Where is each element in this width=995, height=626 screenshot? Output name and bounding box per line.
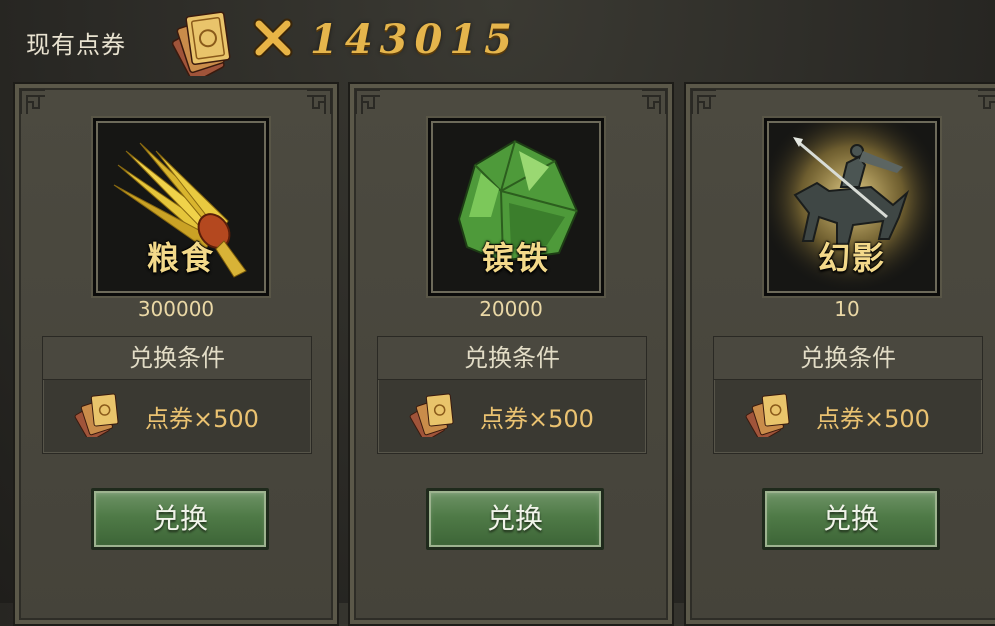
item-name: 幻影: [817, 239, 886, 277]
cost-text: 点券×500: [145, 405, 259, 433]
corner-ornament-icon: [691, 89, 716, 114]
cost-row: 点券×500: [714, 381, 982, 451]
exchange-condition-panel: 兑换条件 点券×500: [377, 336, 647, 454]
item-quantity: 10: [834, 297, 860, 321]
balance-bar: 现有点券 143015: [0, 0, 995, 82]
voucher-icon: [409, 393, 454, 437]
times-icon: [253, 18, 293, 58]
voucher-icon: [745, 393, 790, 437]
item-slot[interactable]: 幻影: [764, 118, 940, 296]
voucher-icon: [74, 393, 119, 437]
item-slot[interactable]: 镔铁: [428, 118, 604, 296]
cost-row: 点券×500: [378, 381, 646, 451]
condition-title: 兑换条件: [714, 337, 982, 380]
condition-title: 兑换条件: [378, 337, 646, 380]
cost-text: 点券×500: [816, 405, 930, 433]
exchange-button[interactable]: 兑换: [91, 488, 269, 550]
exchange-card-phantom: 幻影 10 兑换条件 点券×500 兑换: [684, 82, 995, 626]
exchange-card-iron: 镔铁 20000 兑换条件 点券×500 兑换: [348, 82, 674, 626]
exchange-card-grain: 粮食 300000 兑换条件 点券×500 兑换: [13, 82, 339, 626]
corner-ornament-icon: [355, 89, 380, 114]
item-name: 粮食: [146, 239, 215, 277]
cost-text: 点券×500: [480, 405, 594, 433]
exchange-button[interactable]: 兑换: [426, 488, 604, 550]
item-quantity: 20000: [479, 297, 543, 321]
corner-ornament-icon: [642, 89, 667, 114]
exchange-condition-panel: 兑换条件 点券×500: [713, 336, 983, 454]
corner-ornament-icon: [978, 89, 995, 114]
exchange-button[interactable]: 兑换: [762, 488, 940, 550]
cost-row: 点券×500: [43, 381, 311, 451]
corner-ornament-icon: [20, 89, 45, 114]
balance-label: 现有点券: [26, 31, 126, 59]
condition-title: 兑换条件: [43, 337, 311, 380]
item-slot[interactable]: 粮食: [93, 118, 269, 296]
corner-ornament-icon: [307, 89, 332, 114]
item-quantity: 300000: [137, 297, 215, 321]
balance-value: 143015: [310, 16, 519, 63]
voucher-stack-icon: [171, 11, 231, 76]
exchange-condition-panel: 兑换条件 点券×500: [42, 336, 312, 454]
item-name: 镔铁: [481, 239, 550, 277]
